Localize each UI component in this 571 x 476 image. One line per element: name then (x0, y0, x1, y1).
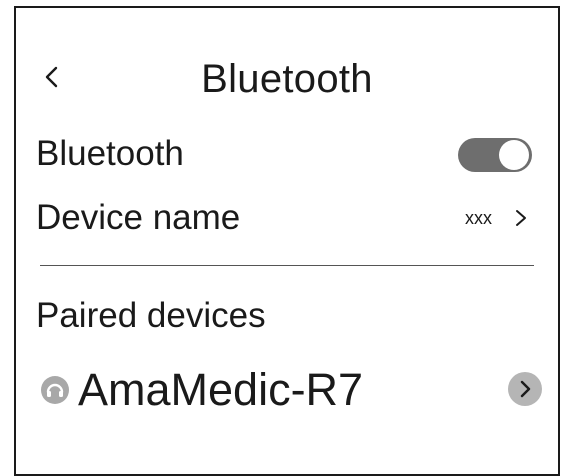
section-divider (40, 265, 534, 266)
settings-panel: Bluetooth Bluetooth Device name xxx Pair… (14, 6, 560, 476)
paired-devices-heading: Paired devices (36, 296, 266, 335)
toggle-knob (499, 140, 529, 170)
paired-device-item[interactable]: AmaMedic-R7 (40, 360, 542, 420)
bluetooth-setting-label: Bluetooth (36, 134, 184, 173)
device-name-row[interactable]: Device name xxx (36, 196, 532, 240)
bluetooth-toggle[interactable] (458, 138, 532, 172)
paired-device-name: AmaMedic-R7 (78, 364, 364, 415)
bluetooth-device-icon (40, 375, 70, 405)
page-title: Bluetooth (201, 57, 373, 101)
device-name-value: xxx (465, 208, 492, 228)
chevron-right-circle-icon[interactable] (508, 372, 542, 406)
device-name-label: Device name (36, 198, 241, 237)
bluetooth-setting-row: Bluetooth (36, 132, 532, 176)
page-header: Bluetooth (16, 52, 558, 112)
chevron-right-icon (514, 206, 528, 230)
